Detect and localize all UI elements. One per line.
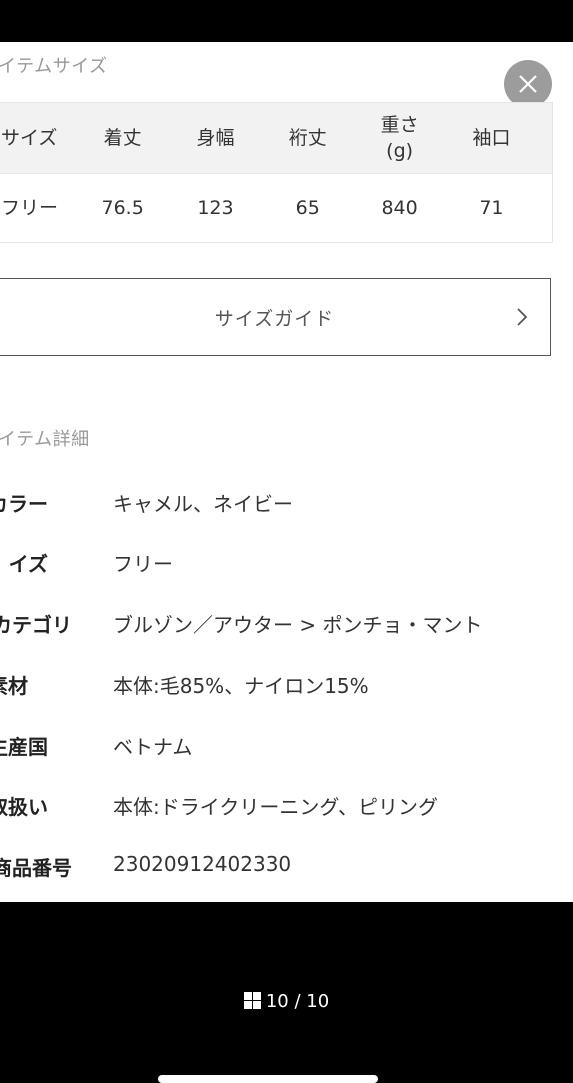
cell-cuff: 71 (479, 197, 504, 219)
table-row: フリー 76.5 123 65 840 71 (0, 173, 552, 242)
detail-value: キャメル、ネイビー (113, 492, 293, 516)
cell-weight: 840 (381, 197, 418, 219)
header-sleeve-length: 裄丈 (288, 127, 327, 149)
grid-icon (243, 992, 262, 1010)
detail-key: 取扱い (0, 795, 48, 819)
item-detail-page: イテムサイズ サイズ 着丈 身幅 裄丈 重さ (g) 袖口 フリー 76.5 1… (0, 42, 573, 902)
detail-row-origin: 生産国 ベトナム (0, 731, 573, 761)
detail-row-care: 取扱い 本体:ドライクリーニング、ピリング (0, 791, 573, 821)
header-width: 身幅 (196, 127, 235, 149)
detail-key: 商品番号 (0, 856, 72, 880)
header-size: サイズ (1, 127, 58, 149)
cell-size: フリー (1, 197, 59, 219)
home-indicator (158, 1075, 378, 1083)
image-counter-label: 10 / 10 (265, 991, 330, 1012)
header-length: 着丈 (103, 127, 142, 149)
detail-row-product-number: 商品番号 23020912402330 (0, 852, 573, 882)
cell-width: 123 (197, 197, 234, 219)
detail-row-color: カラー キャメル、ネイビー (0, 488, 573, 518)
detail-value: 23020912402330 (113, 852, 292, 876)
header-cuff: 袖口 (472, 127, 511, 149)
detail-key: カテゴリ (0, 613, 72, 637)
detail-key: イズ (8, 552, 48, 576)
detail-value: ベトナム (113, 735, 193, 759)
chevron-right-icon (517, 308, 528, 326)
detail-key: 素材 (0, 674, 28, 698)
detail-row-material: 素材 本体:毛85%、ナイロン15% (0, 670, 573, 700)
close-button[interactable] (504, 60, 552, 108)
detail-value: 本体:ドライクリーニング、ピリング (113, 795, 438, 819)
detail-key: 生産国 (0, 735, 48, 759)
size-table-header: サイズ 着丈 身幅 裄丈 重さ (g) 袖口 (0, 103, 552, 173)
item-size-title: イテムサイズ (0, 56, 108, 77)
size-guide-label: サイズガイド (214, 308, 335, 330)
image-counter[interactable]: 10 / 10 (0, 991, 573, 1012)
cell-sleeve-length: 65 (295, 197, 320, 219)
size-table: サイズ 着丈 身幅 裄丈 重さ (g) 袖口 フリー 76.5 123 65 8… (0, 102, 553, 243)
detail-row-size: イズ フリー (0, 548, 573, 578)
header-weight: 重さ (g) (380, 114, 419, 162)
detail-value: 本体:毛85%、ナイロン15% (113, 674, 369, 698)
detail-row-category: カテゴリ ブルゾン／アウター > ポンチョ・マント (0, 609, 573, 639)
item-details-title: イテム詳細 (0, 429, 90, 450)
detail-value: ブルゾン／アウター > ポンチョ・マント (113, 613, 483, 637)
size-guide-button[interactable]: サイズガイド (0, 278, 551, 356)
close-icon (519, 75, 537, 93)
image-viewer-footer: 10 / 10 (0, 902, 573, 1083)
detail-key: カラー (0, 492, 48, 516)
cell-length: 76.5 (101, 197, 144, 219)
detail-value: フリー (113, 552, 173, 576)
